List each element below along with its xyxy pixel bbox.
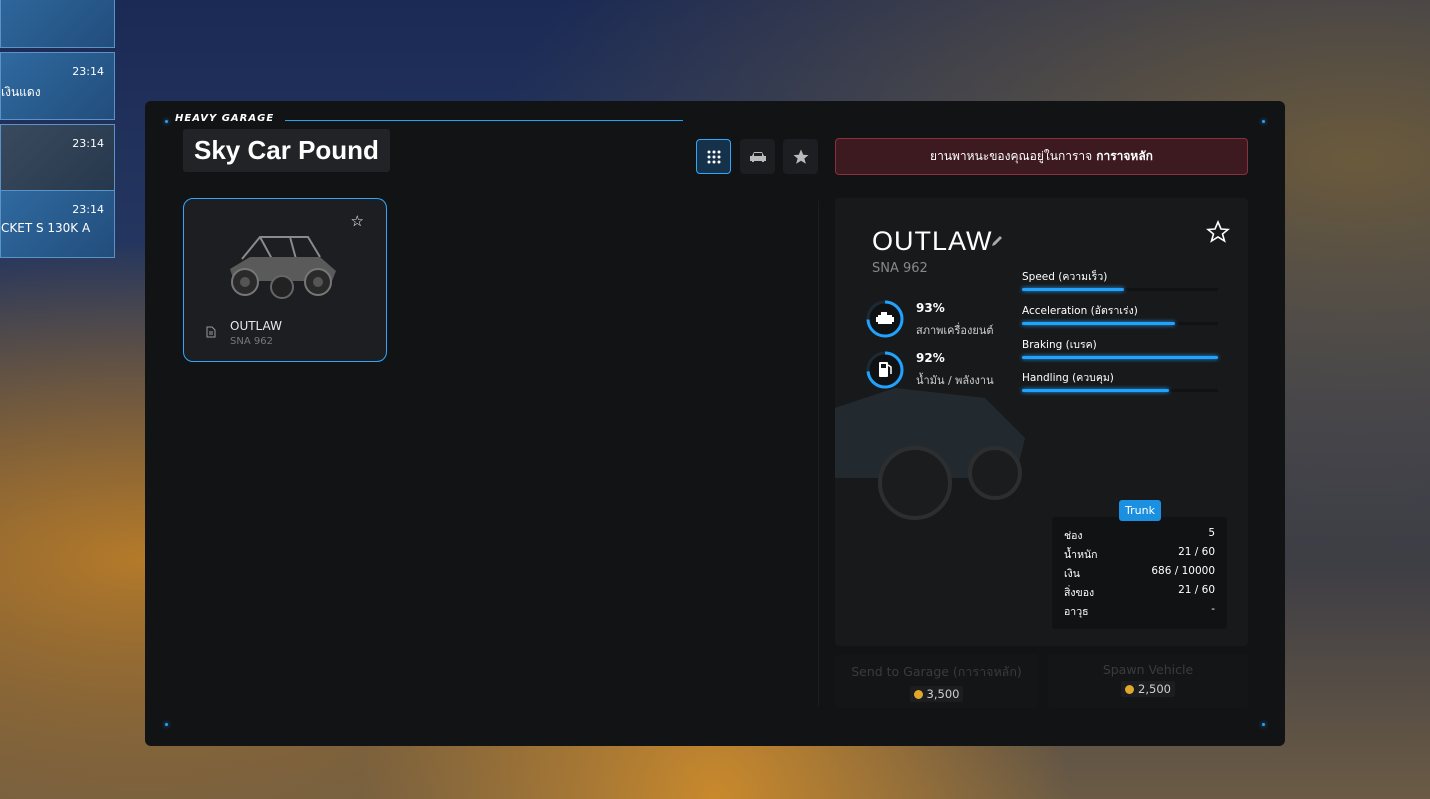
detail-vehicle-name: OUTLAW: [872, 226, 993, 256]
trunk-value: 21 / 60: [1178, 584, 1215, 596]
feed-item: 23:14: [0, 124, 115, 192]
garage-panel: HEAVY GARAGE Sky Car Pound ยานพาหนะของคุ…: [145, 101, 1285, 746]
fuel-label: น้ำมัน / พลังงาน: [916, 374, 994, 387]
trunk-key: น้ำหนัก: [1064, 549, 1098, 561]
favorites-view-button[interactable]: [783, 139, 818, 174]
trunk-key: อาวุธ: [1064, 606, 1089, 618]
trunk-row: เงิน 686 / 10000: [1064, 565, 1215, 581]
feed-message: CKET S 130K A: [1, 221, 91, 235]
trunk-info: ช่อง 5 น้ำหนัก 21 / 60 เงิน 686 / 10000 …: [1052, 517, 1227, 629]
trunk-row: น้ำหนัก 21 / 60: [1064, 546, 1215, 562]
brand-logo: HEAVY GARAGE: [175, 113, 275, 124]
stat-label: Speed (ความเร็ว): [1022, 271, 1108, 283]
vehicle-name: OUTLAW: [230, 319, 282, 333]
stat-fill: [1022, 389, 1169, 392]
stat-bar: [1022, 288, 1218, 291]
feed-item: 23:14 เงินแดง: [0, 52, 115, 120]
coin-icon: [1125, 684, 1135, 694]
document-icon: [206, 326, 216, 338]
notice-highlight: การาจหลัก: [1096, 149, 1153, 163]
send-price: 3,500: [909, 686, 964, 702]
trunk-key: ช่อง: [1064, 530, 1083, 542]
notice-text: ยานพาหนะของคุณอยู่ในการาจ: [930, 149, 1093, 163]
stat-acceleration: Acceleration (อัตราเร่ง): [1022, 302, 1218, 325]
coin-icon: [913, 689, 923, 699]
garage-notice: ยานพาหนะของคุณอยู่ในการาจ การาจหลัก: [835, 138, 1248, 175]
car-view-button[interactable]: [740, 139, 775, 174]
trunk-key: เงิน: [1064, 568, 1080, 580]
stat-braking: Braking (เบรค): [1022, 336, 1218, 359]
send-price-value: 3,500: [926, 687, 960, 701]
car-icon: [749, 151, 766, 162]
vehicle-plate: SNA 962: [230, 336, 273, 347]
feed-time: 23:14: [72, 137, 104, 150]
feed-time: 23:14: [72, 65, 104, 78]
page-title: Sky Car Pound: [183, 129, 390, 172]
fuel-value: 92%: [916, 351, 945, 365]
star-icon: [793, 149, 808, 164]
favorite-star-icon[interactable]: ☆: [351, 212, 364, 230]
trunk-row: อาวุธ -: [1064, 603, 1215, 619]
trunk-value: -: [1211, 603, 1215, 615]
grid-view-button[interactable]: [696, 139, 731, 174]
spawn-price: 2,500: [1121, 681, 1175, 697]
feed-time: 23:14: [72, 203, 104, 216]
corner-dot: [1262, 723, 1265, 726]
stat-label: Braking (เบรค): [1022, 339, 1097, 351]
spawn-price-value: 2,500: [1138, 682, 1171, 696]
brand-divider: [285, 120, 683, 121]
send-to-garage-label: Send to Garage (การาจหลัก): [851, 664, 1022, 679]
stat-fill: [1022, 322, 1175, 325]
favorite-star-icon[interactable]: [1206, 220, 1230, 244]
fuel-gauge: [866, 351, 904, 389]
stat-fill: [1022, 356, 1218, 359]
edit-pencil-icon[interactable]: [990, 234, 1004, 248]
stat-handling: Handling (ควบคุม): [1022, 369, 1218, 392]
trunk-badge: Trunk: [1119, 500, 1161, 521]
send-to-garage-button[interactable]: Send to Garage (การาจหลัก) 3,500: [835, 654, 1038, 708]
trunk-key: สิ่งของ: [1064, 587, 1095, 599]
detail-vehicle-plate: SNA 962: [872, 261, 928, 276]
trunk-row: ช่อง 5: [1064, 527, 1215, 543]
stat-bar: [1022, 356, 1218, 359]
feed-item: [0, 0, 115, 48]
feed-item: 23:14 CKET S 130K A: [0, 190, 115, 258]
trunk-value: 686 / 10000: [1151, 565, 1215, 577]
vehicle-image: [230, 236, 336, 299]
corner-dot: [165, 120, 168, 123]
trunk-value: 5: [1208, 527, 1215, 539]
engine-health-label: สภาพเครื่องยนต์: [916, 324, 994, 337]
corner-dot: [1262, 120, 1265, 123]
trunk-value: 21 / 60: [1178, 546, 1215, 558]
stat-label: Handling (ควบคุม): [1022, 372, 1114, 384]
vehicle-detail-panel: OUTLAW SNA 962 93% สภาพเครื่องยนต์ 92% น…: [835, 198, 1248, 646]
vehicle-card[interactable]: ☆ OUTLAW SNA 962: [183, 198, 387, 362]
stat-bar: [1022, 322, 1218, 325]
stat-bar: [1022, 389, 1218, 392]
spawn-vehicle-button[interactable]: Spawn Vehicle 2,500: [1048, 654, 1248, 708]
trunk-row: สิ่งของ 21 / 60: [1064, 584, 1215, 600]
spawn-vehicle-label: Spawn Vehicle: [1102, 662, 1194, 677]
stat-fill: [1022, 288, 1124, 291]
engine-gauge: [866, 300, 904, 338]
stat-speed: Speed (ความเร็ว): [1022, 268, 1218, 291]
vehicle-background-image: [835, 388, 1025, 520]
column-divider: [818, 201, 819, 706]
stat-label: Acceleration (อัตราเร่ง): [1022, 305, 1138, 317]
grid-icon: [707, 150, 720, 163]
corner-dot: [165, 723, 168, 726]
feed-message: เงินแดง: [1, 85, 41, 99]
engine-health-value: 93%: [916, 301, 945, 315]
